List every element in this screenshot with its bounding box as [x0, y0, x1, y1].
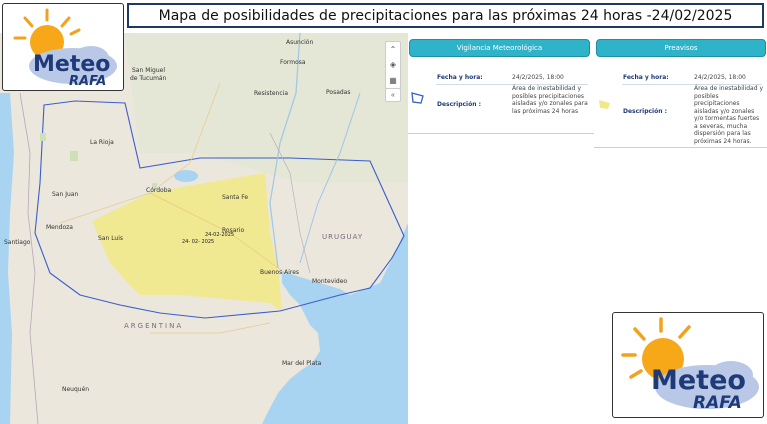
vigilancia-descripcion-value: Área de inestabilidad y posibles precipi…	[512, 85, 588, 115]
label-neuquen: Neuquén	[62, 386, 90, 393]
area-date-label-2: 24- 02- 2025	[182, 239, 215, 245]
label-cordoba: Córdoba	[146, 187, 172, 194]
vigilancia-descripcion-label: Descripción :	[437, 101, 481, 108]
label-mendoza: Mendoza	[46, 224, 73, 231]
label-san-luis: San Luis	[98, 235, 124, 242]
label-formosa: Formosa	[280, 59, 306, 66]
preavisos-fecha-value: 24/2/2025, 18:00	[694, 74, 746, 81]
label-resistencia: Resistencia	[254, 90, 288, 97]
map-toolbar: ⌃ ◈ ▦	[385, 41, 401, 89]
logo-rafa-text: RAFA	[693, 393, 742, 413]
vigilancia-fecha-label: Fecha y hora:	[437, 74, 483, 81]
vigilancia-panel: Fecha y hora: 24/2/2025, 18:00 Descripci…	[408, 64, 594, 134]
label-santa-fe: Santa Fe	[222, 194, 249, 201]
label-argentina: ARGENTINA	[124, 322, 184, 330]
double-chevron-left-icon[interactable]: «	[385, 88, 401, 102]
area-date-label-1: 24-02-2025	[205, 232, 235, 238]
logo-meteo-text: Meteo	[651, 365, 746, 396]
chevron-up-icon[interactable]: ⌃	[386, 43, 400, 57]
vigilancia-fecha-value: 24/2/2025, 18:00	[512, 74, 564, 81]
tab-preavisos[interactable]: Preavisos	[596, 39, 766, 57]
label-uruguay: URUGUAY	[322, 233, 364, 241]
preavisos-descripcion-value: Área de inestabilidad y posibles precipi…	[694, 85, 763, 145]
forecast-map[interactable]: Asunción Formosa San Miguel de Tucumán R…	[0, 33, 408, 424]
label-posadas: Posadas	[326, 89, 351, 96]
preavisos-panel: Fecha y hora: 24/2/2025, 18:00 Descripci…	[594, 64, 767, 148]
meteo-rafa-logo: Meteo RAFA	[2, 3, 124, 91]
label-tucuman: de Tucumán	[130, 75, 167, 82]
page-title: Mapa de posibilidades de precipitaciones…	[127, 3, 764, 28]
meteo-rafa-logo-large: Meteo RAFA	[612, 312, 764, 418]
label-santiago: Santiago	[4, 239, 31, 246]
label-asuncion: Asunción	[286, 39, 314, 46]
tab-vigilancia[interactable]: Vigilancia Meteorológica	[409, 39, 590, 57]
label-san-miguel: San Miguel	[132, 67, 166, 74]
label-san-juan: San Juan	[52, 191, 79, 198]
logo-rafa-text: RAFA	[69, 74, 107, 89]
label-buenos-aires: Buenos Aires	[260, 269, 300, 276]
preavisos-descripcion-label: Descripción :	[623, 108, 667, 115]
grid-icon[interactable]: ▦	[386, 73, 400, 87]
label-la-rioja: La Rioja	[90, 139, 114, 146]
boundary-legend-icon	[411, 92, 424, 104]
label-mar-del-plata: Mar del Plata	[282, 360, 322, 367]
preavisos-fecha-label: Fecha y hora:	[623, 74, 669, 81]
layers-icon[interactable]: ◈	[386, 58, 400, 72]
label-montevideo: Montevideo	[312, 278, 348, 285]
alert-area-legend-icon	[599, 100, 610, 109]
